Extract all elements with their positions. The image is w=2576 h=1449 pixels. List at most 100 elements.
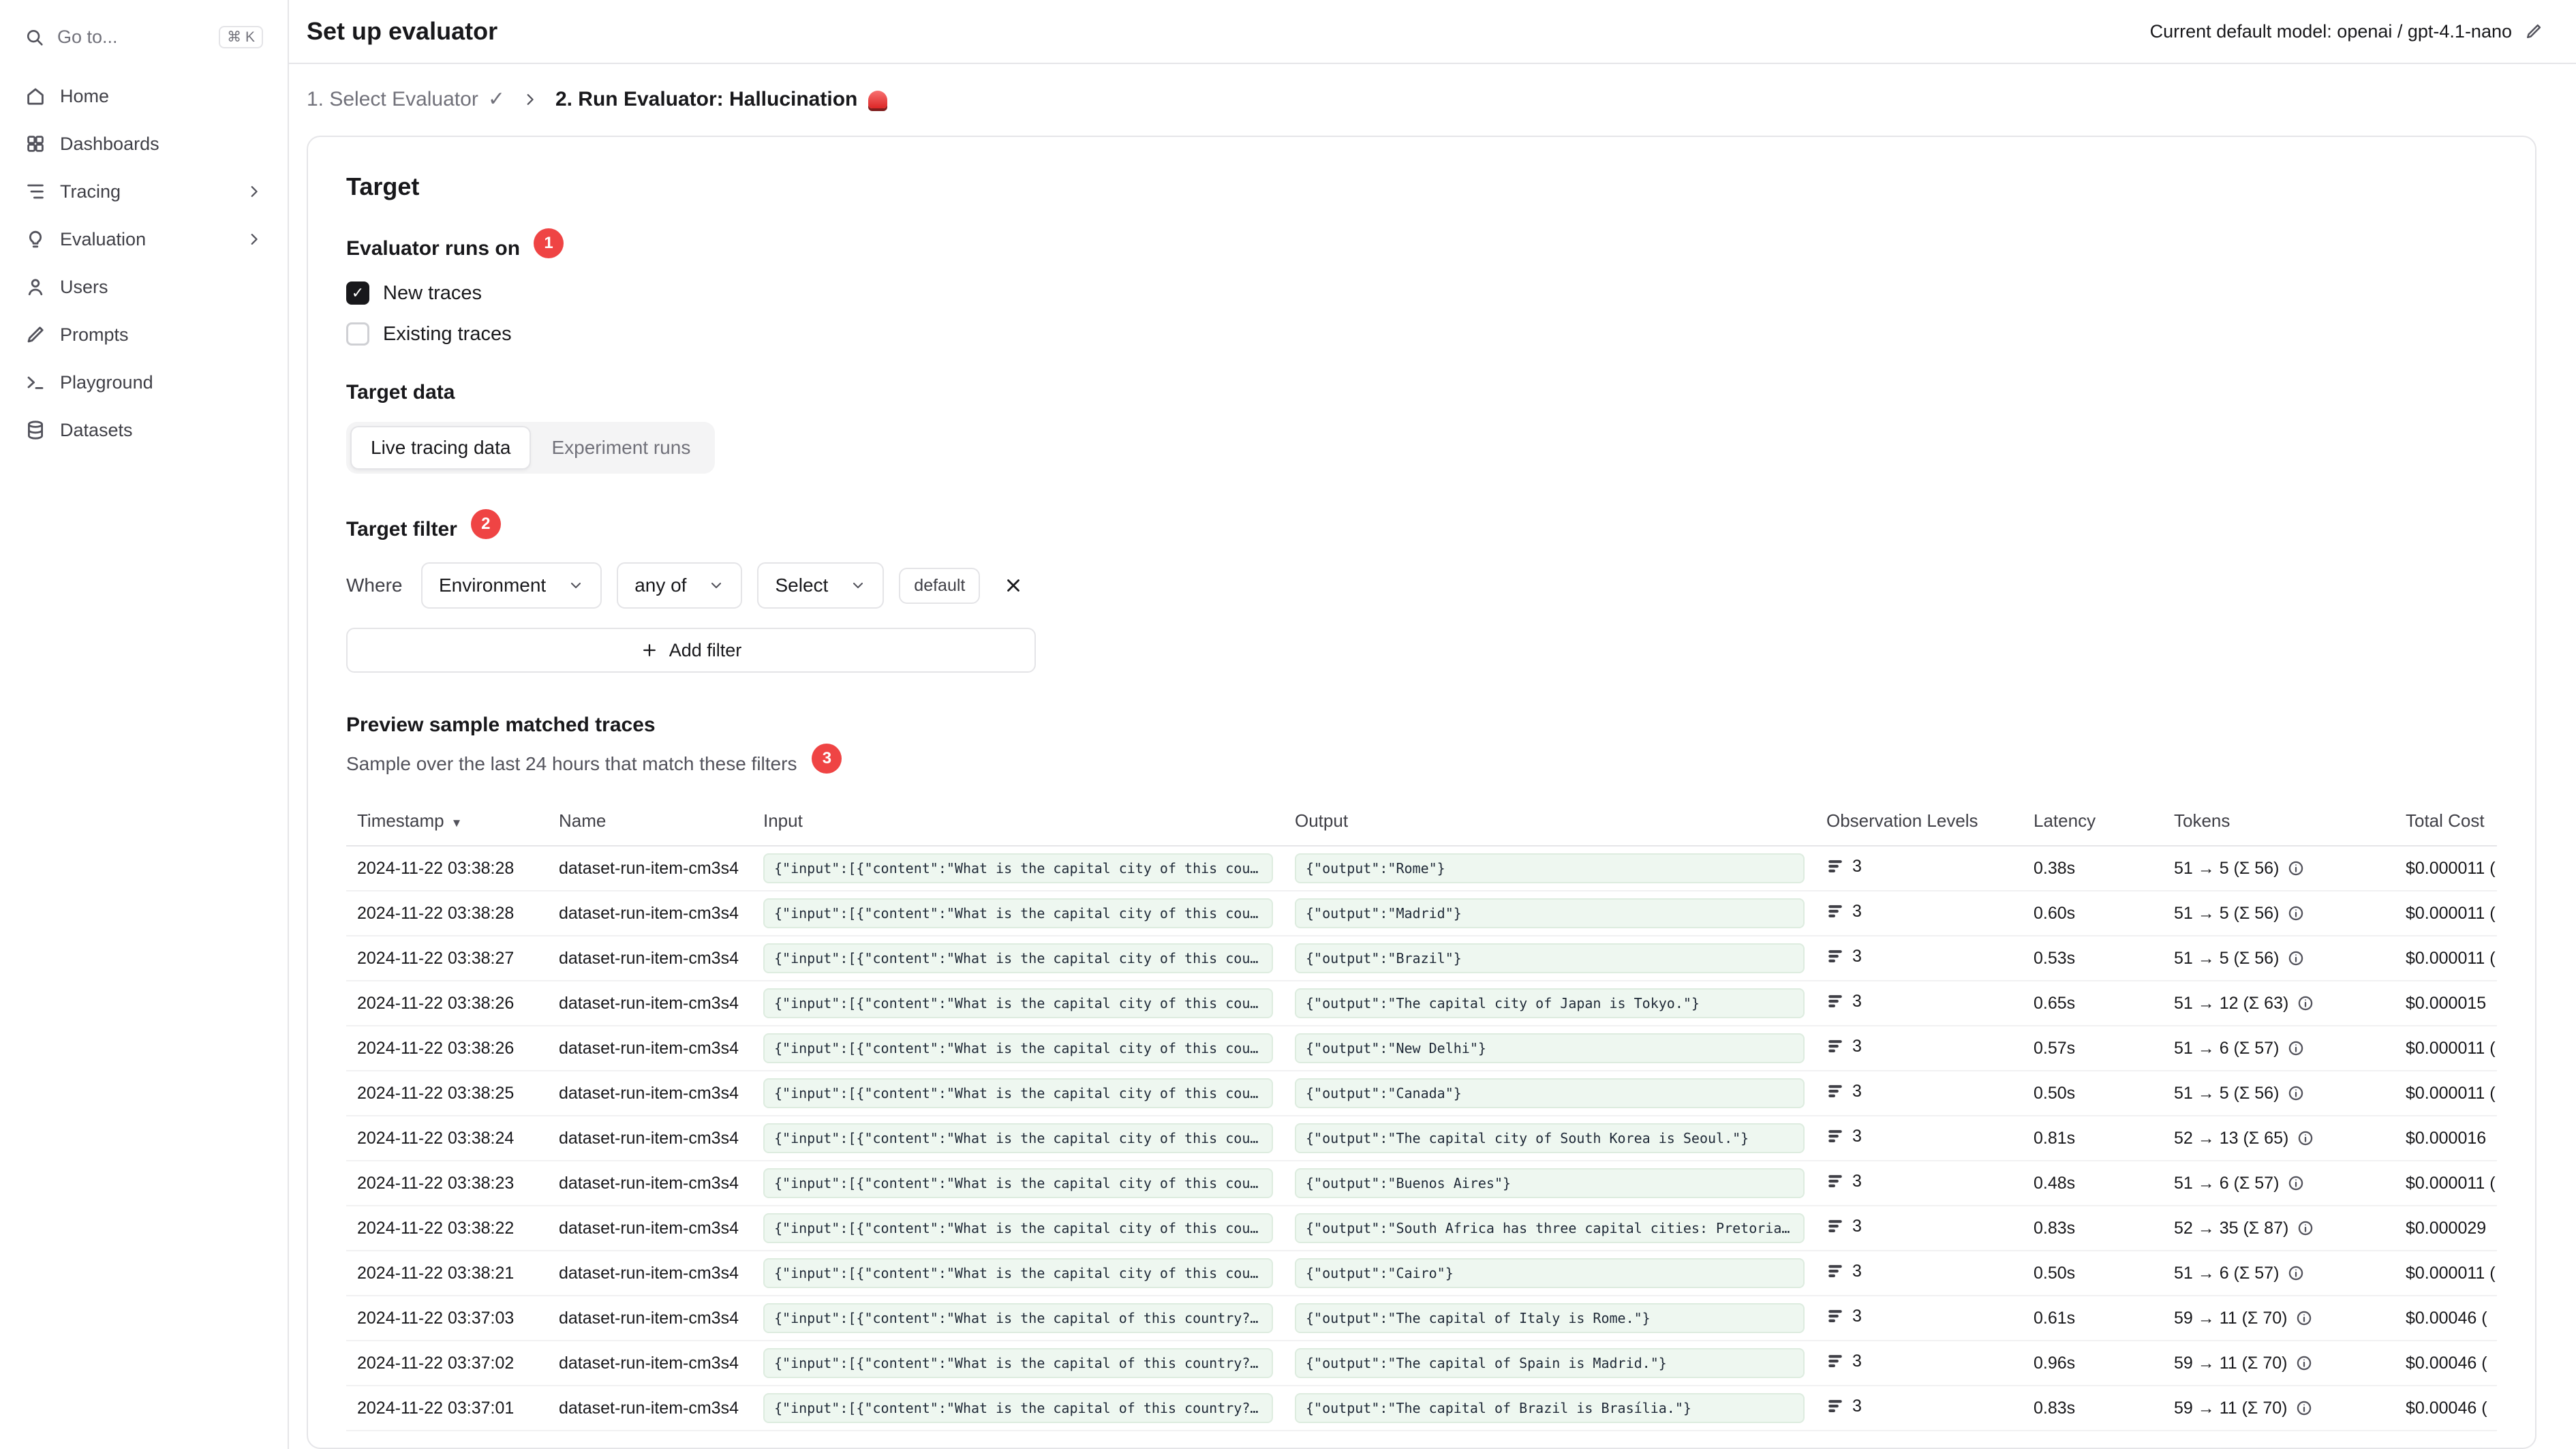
table-row[interactable]: 2024-11-22 03:38:21 dataset-run-item-cm3… <box>346 1251 2497 1296</box>
tokens-cell: 59 → 11 (Σ 70) <box>2174 1398 2288 1418</box>
table-row[interactable]: 2024-11-22 03:37:01 dataset-run-item-cm3… <box>346 1386 2497 1431</box>
filter-column-select[interactable]: Environment <box>421 562 602 609</box>
total-cost-cell: $0.000011 ( <box>2406 1083 2496 1103</box>
add-filter-button[interactable]: Add filter <box>346 628 1036 673</box>
checkbox-checked-icon[interactable]: ✓ <box>346 281 369 305</box>
sidebar-item-tracing[interactable]: Tracing <box>14 170 274 213</box>
col-total-cost[interactable]: Total Cost <box>2395 797 2497 846</box>
total-cost-cell: $0.00046 ( <box>2406 1353 2487 1373</box>
info-icon[interactable] <box>2287 859 2305 877</box>
app-root: Go to... ⌘ K Home Dashboards Tracing Eva… <box>0 0 2576 1449</box>
input-cell: {"input":[{"content":"What is the capita… <box>763 1393 1273 1423</box>
info-icon[interactable] <box>2287 949 2305 967</box>
sidebar-item-datasets[interactable]: Datasets <box>14 408 274 452</box>
name-cell: dataset-run-item-cm3s4 <box>559 1218 739 1238</box>
table-row[interactable]: 2024-11-22 03:38:26 dataset-run-item-cm3… <box>346 981 2497 1026</box>
tokens-cell: 51 → 5 (Σ 56) <box>2174 948 2280 968</box>
col-tokens[interactable]: Tokens <box>2163 797 2395 846</box>
info-icon[interactable] <box>2297 1129 2314 1147</box>
info-icon[interactable] <box>2287 1084 2305 1102</box>
table-row[interactable]: 2024-11-22 03:38:24 dataset-run-item-cm3… <box>346 1116 2497 1161</box>
table-row[interactable]: 2024-11-22 03:38:27 dataset-run-item-cm3… <box>346 936 2497 981</box>
filter-value-select[interactable]: Select <box>757 562 885 609</box>
checkbox-new-traces[interactable]: ✓ New traces <box>346 281 482 305</box>
remove-filter-button[interactable] <box>998 570 1029 601</box>
table-row[interactable]: 2024-11-22 03:38:26 dataset-run-item-cm3… <box>346 1026 2497 1071</box>
table-header-row: Timestamp ▼ Name Input Output Observation… <box>346 797 2497 846</box>
timestamp-cell: 2024-11-22 03:38:26 <box>357 993 515 1013</box>
latency-cell: 0.48s <box>2034 1173 2076 1193</box>
tokens-cell: 59 → 11 (Σ 70) <box>2174 1308 2288 1328</box>
col-latency[interactable]: Latency <box>2023 797 2163 846</box>
timestamp-cell: 2024-11-22 03:38:22 <box>357 1218 515 1238</box>
tab-experiment-runs[interactable]: Experiment runs <box>531 426 711 470</box>
col-timestamp[interactable]: Timestamp ▼ <box>346 797 548 846</box>
name-cell: dataset-run-item-cm3s4 <box>559 1128 739 1148</box>
table-row[interactable]: 2024-11-22 03:38:28 dataset-run-item-cm3… <box>346 846 2497 891</box>
tab-live-tracing-data[interactable]: Live tracing data <box>350 426 532 470</box>
info-icon[interactable] <box>2297 994 2314 1012</box>
observation-levels-value: 3 <box>1852 1351 1862 1371</box>
breadcrumb: 1. Select Evaluator ✓ 2. Run Evaluator: … <box>289 64 2576 111</box>
chevron-down-icon <box>853 582 863 589</box>
timestamp-cell: 2024-11-22 03:37:03 <box>357 1308 515 1328</box>
total-cost-cell: $0.000011 ( <box>2406 1038 2496 1058</box>
info-icon[interactable] <box>2295 1354 2313 1372</box>
observation-levels-icon <box>1828 1400 1842 1413</box>
default-model-label: Current default model: openai / gpt-4.1-… <box>2149 20 2512 42</box>
timestamp-cell: 2024-11-22 03:38:26 <box>357 1038 515 1058</box>
input-cell: {"input":[{"content":"What is the capita… <box>763 1303 1273 1333</box>
timestamp-cell: 2024-11-22 03:38:28 <box>357 858 515 878</box>
input-cell: {"input":[{"content":"What is the capita… <box>763 943 1273 973</box>
target-heading: Target <box>346 172 420 200</box>
close-icon <box>1007 579 1020 592</box>
breadcrumb-step-1[interactable]: 1. Select Evaluator ✓ <box>307 87 505 111</box>
filter-operator-select[interactable]: any of <box>617 562 743 609</box>
info-icon[interactable] <box>2295 1309 2313 1327</box>
table-row[interactable]: 2024-11-22 03:38:22 dataset-run-item-cm3… <box>346 1206 2497 1251</box>
sort-desc-icon: ▼ <box>450 817 463 829</box>
checkbox-existing-traces[interactable]: Existing traces <box>346 322 512 346</box>
table-row[interactable]: 2024-11-22 03:37:03 dataset-run-item-cm3… <box>346 1296 2497 1341</box>
goto-search[interactable]: Go to... ⌘ K <box>14 16 274 58</box>
table-row[interactable]: 2024-11-22 03:38:25 dataset-run-item-cm3… <box>346 1071 2497 1116</box>
edit-model-icon[interactable] <box>2524 22 2543 41</box>
table-row[interactable]: 2024-11-22 03:38:23 dataset-run-item-cm3… <box>346 1161 2497 1206</box>
latency-cell: 0.83s <box>2034 1398 2076 1418</box>
output-cell: {"output":"Buenos Aires"} <box>1295 1168 1805 1198</box>
checkbox-unchecked-icon[interactable] <box>346 322 369 346</box>
observation-levels-icon <box>1828 1310 1842 1323</box>
col-observation-levels[interactable]: Observation Levels <box>1815 797 2023 846</box>
main-content: Set up evaluator Current default model: … <box>289 0 2576 1449</box>
step-badge-3: 3 <box>812 744 842 774</box>
sidebar-item-users[interactable]: Users <box>14 265 274 309</box>
page-header: Set up evaluator Current default model: … <box>289 0 2576 64</box>
table-row[interactable]: 2024-11-22 03:37:02 dataset-run-item-cm3… <box>346 1341 2497 1386</box>
input-cell: {"input":[{"content":"What is the capita… <box>763 1078 1273 1108</box>
info-icon[interactable] <box>2287 1264 2305 1282</box>
sidebar-item-playground[interactable]: Playground <box>14 361 274 404</box>
table-row[interactable]: 2024-11-22 03:38:28 dataset-run-item-cm3… <box>346 891 2497 936</box>
total-cost-cell: $0.000011 ( <box>2406 903 2496 923</box>
col-input[interactable]: Input <box>752 797 1284 846</box>
info-icon[interactable] <box>2287 1174 2305 1192</box>
info-icon[interactable] <box>2287 904 2305 922</box>
info-icon[interactable] <box>2287 1039 2305 1057</box>
observation-levels-icon <box>1828 1265 1842 1278</box>
step-badge-2: 2 <box>470 509 501 539</box>
sidebar-item-prompts[interactable]: Prompts <box>14 313 274 356</box>
sidebar-item-evaluation[interactable]: Evaluation <box>14 217 274 261</box>
sidebar-item-dashboards[interactable]: Dashboards <box>14 122 274 166</box>
info-icon[interactable] <box>2295 1399 2313 1417</box>
total-cost-cell: $0.000011 ( <box>2406 1173 2496 1193</box>
timestamp-cell: 2024-11-22 03:38:23 <box>357 1173 515 1193</box>
output-cell: {"output":"Cairo"} <box>1295 1258 1805 1288</box>
observation-levels-value: 3 <box>1852 946 1862 966</box>
breadcrumb-step-2[interactable]: 2. Run Evaluator: Hallucination <box>555 88 888 111</box>
total-cost-cell: $0.000029 <box>2406 1218 2487 1238</box>
output-cell: {"output":"Canada"} <box>1295 1078 1805 1108</box>
sidebar-item-home[interactable]: Home <box>14 74 274 118</box>
info-icon[interactable] <box>2297 1219 2314 1237</box>
col-name[interactable]: Name <box>548 797 752 846</box>
col-output[interactable]: Output <box>1284 797 1815 846</box>
